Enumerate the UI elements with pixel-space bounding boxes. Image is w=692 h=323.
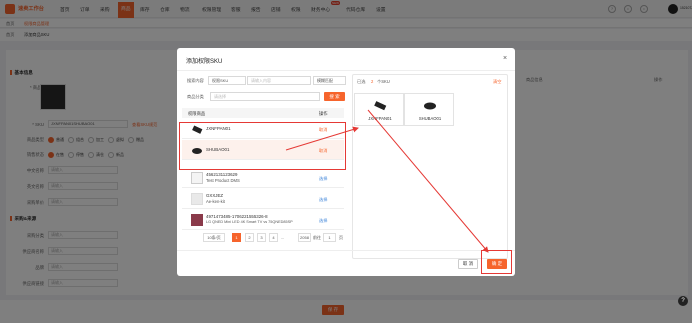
arrow-to-selected <box>285 126 359 151</box>
arrow-to-confirm <box>367 109 489 253</box>
annotation-arrows <box>285 109 489 253</box>
